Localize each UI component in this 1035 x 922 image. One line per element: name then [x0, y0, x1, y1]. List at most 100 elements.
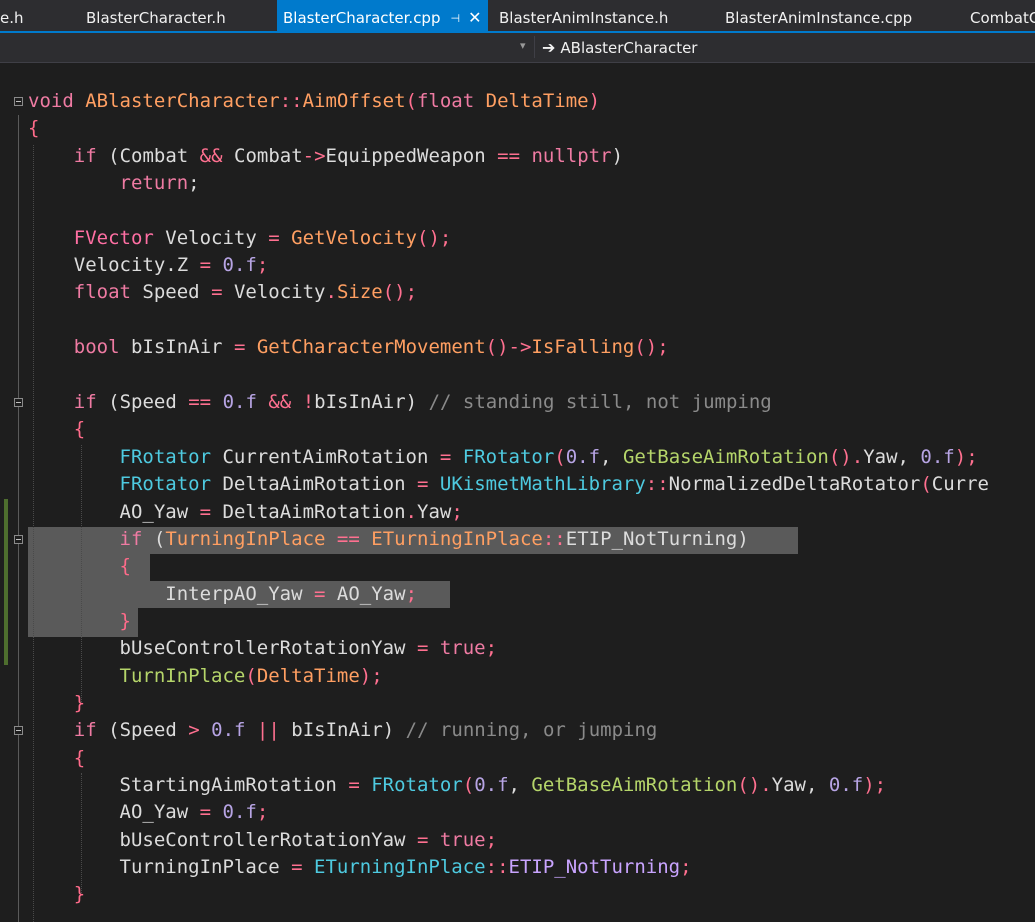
- token: ,: [508, 774, 520, 796]
- code-line: if (Combat && Combat->EquippedWeapon == …: [0, 143, 1035, 170]
- tab-label: BlasterCharacter.cpp: [283, 9, 441, 27]
- close-icon[interactable]: ✕: [468, 8, 481, 27]
- token: ,: [897, 446, 909, 468]
- token: =: [416, 473, 429, 495]
- token: =: [199, 254, 212, 276]
- token: Velocity: [165, 227, 257, 249]
- token: ::: [645, 473, 669, 495]
- token: ||: [256, 719, 280, 741]
- navigation-bar: ▾ ➔ ABlasterCharacter: [0, 33, 1035, 63]
- token: =: [211, 281, 223, 303]
- token: UKismetMathLibrary: [439, 473, 646, 495]
- token: (: [405, 90, 417, 112]
- tab-label: BlasterAnimInstance.cpp: [725, 9, 913, 27]
- code-line: bUseControllerRotationYaw = true;: [0, 635, 1035, 662]
- token: ETurningInPlace: [371, 528, 543, 550]
- token: &&: [199, 145, 223, 167]
- token: =: [199, 501, 212, 523]
- token: Speed: [119, 719, 177, 741]
- token: bUseControllerRotationYaw: [119, 637, 406, 659]
- token: ().: [828, 446, 864, 468]
- token: FRotator: [119, 446, 212, 468]
- token: return: [119, 172, 189, 194]
- token: ()->: [485, 336, 532, 358]
- code-line: if (TurningInPlace == ETurningInPlace::E…: [0, 526, 1035, 553]
- tab-blasteraniminstance-h[interactable]: BlasterAnimInstance.h: [499, 0, 668, 33]
- member-dropdown[interactable]: ➔ ABlasterCharacter: [542, 37, 697, 59]
- token: !: [302, 391, 315, 413]
- token: true: [439, 829, 486, 851]
- code-line: InterpAO_Yaw = AO_Yaw;: [0, 581, 1035, 608]
- token: ,: [805, 774, 818, 796]
- member-label: ABlasterCharacter: [560, 39, 698, 57]
- token: AimOffset: [302, 90, 406, 112]
- token: InterpAO_Yaw: [165, 583, 303, 605]
- tab-combatcomponent[interactable]: CombatC: [970, 0, 1035, 33]
- token: ;: [451, 501, 463, 523]
- tab-label: e.h: [0, 9, 24, 27]
- token: Yaw: [417, 501, 452, 523]
- token: ): [737, 528, 749, 550]
- tab-label: BlasterAnimInstance.h: [499, 9, 669, 27]
- code-line: }: [0, 690, 1035, 717]
- token: =: [416, 829, 429, 851]
- token: NormalizedDeltaRotator: [668, 473, 921, 495]
- token: Yaw: [863, 446, 898, 468]
- token: }: [73, 883, 86, 905]
- tab-blastercharacter-h[interactable]: BlasterCharacter.h: [86, 0, 226, 33]
- token: {: [119, 555, 131, 577]
- token: ().: [737, 774, 772, 796]
- code-line: float Speed = Velocity.Size();: [0, 279, 1035, 306]
- code-line: {: [0, 416, 1035, 443]
- pin-icon[interactable]: ⊣: [450, 12, 460, 25]
- token: (: [108, 719, 120, 741]
- code-line: if (Speed > 0.f || bIsInAir) // running,…: [0, 717, 1035, 744]
- token: Speed: [142, 281, 200, 303]
- token: (: [153, 528, 166, 550]
- token: TurningInPlace: [165, 528, 326, 550]
- token: =: [348, 774, 360, 796]
- token: bool: [73, 336, 120, 358]
- token: DeltaAimRotation: [222, 473, 406, 495]
- token: =: [439, 446, 452, 468]
- token: Speed: [119, 391, 177, 413]
- token: FRotator: [119, 473, 212, 495]
- token: (: [108, 145, 120, 167]
- tab-e-h[interactable]: e.h: [0, 0, 24, 33]
- token: ): [382, 719, 395, 741]
- chevron-down-icon[interactable]: ▾: [520, 39, 526, 52]
- tab-blasteraniminstance-cpp[interactable]: BlasterAnimInstance.cpp: [725, 0, 912, 33]
- token: .: [405, 501, 417, 523]
- token: if: [73, 719, 97, 741]
- token: 0.f: [828, 774, 864, 796]
- code-line: if (Speed == 0.f && !bIsInAir) // standi…: [0, 389, 1035, 416]
- token: ();: [417, 227, 452, 249]
- code-editor[interactable]: void ABlasterCharacter::AimOffset(float …: [0, 63, 1035, 922]
- token: {: [28, 117, 40, 139]
- token: void: [28, 90, 74, 112]
- token: 0.f: [222, 801, 257, 823]
- token: bUseControllerRotationYaw: [119, 829, 406, 851]
- token: IsFalling: [531, 336, 635, 358]
- token: CurrentAimRotation: [222, 446, 429, 468]
- token: Combat: [234, 145, 303, 167]
- token: (: [920, 473, 932, 495]
- token: ->: [302, 145, 326, 167]
- token: ::: [542, 528, 566, 550]
- token: =: [268, 227, 280, 249]
- token: =: [199, 801, 212, 823]
- token: &&: [268, 391, 292, 413]
- token: AO_Yaw: [119, 501, 189, 523]
- code-line: bUseControllerRotationYaw = true;: [0, 827, 1035, 854]
- token: // standing still, not jumping: [428, 391, 772, 413]
- token: >: [188, 719, 200, 741]
- token: =: [291, 856, 303, 878]
- token: ::: [485, 856, 509, 878]
- token: Yaw: [771, 774, 806, 796]
- token: ;: [256, 254, 269, 276]
- tab-blastercharacter-cpp[interactable]: BlasterCharacter.cpp ⊣ ✕: [277, 0, 488, 33]
- token: Z: [176, 254, 189, 276]
- token: if: [73, 391, 97, 413]
- token: // running, or jumping: [405, 719, 658, 741]
- token: if: [73, 145, 97, 167]
